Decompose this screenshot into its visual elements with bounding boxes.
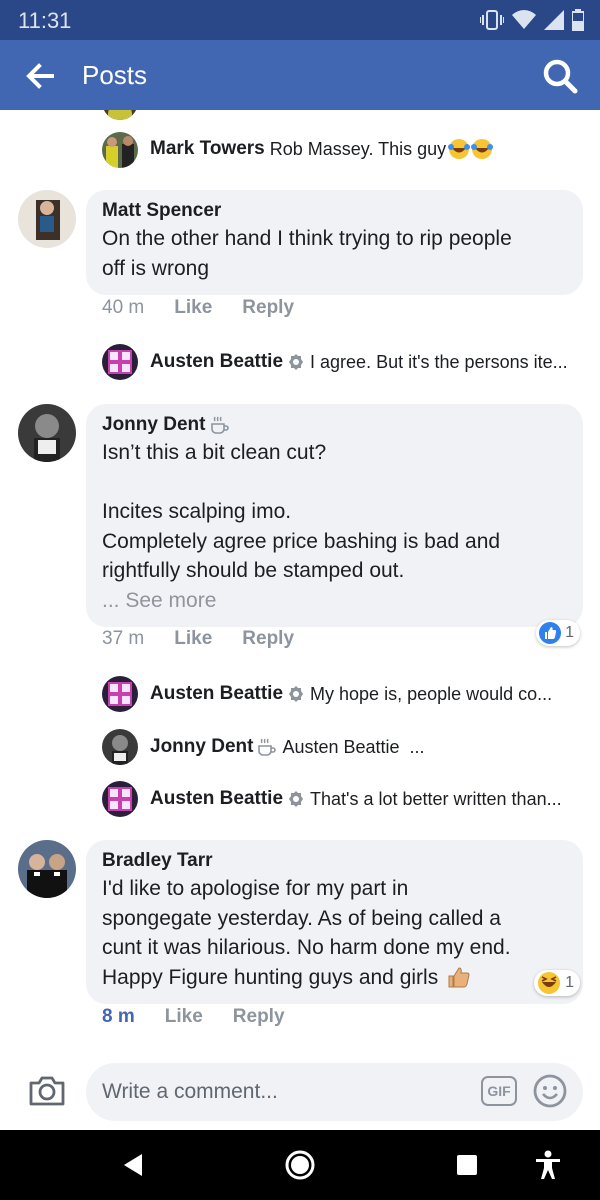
- search-button[interactable]: [540, 56, 580, 96]
- thumbs-up-emoji-icon: [448, 967, 470, 988]
- comment-text: On the other hand I think trying to rip …: [102, 227, 512, 280]
- camera-icon: [29, 1076, 65, 1106]
- like-button[interactable]: Like: [174, 628, 212, 650]
- comment-bubble[interactable]: Bradley Tarr I'd like to apologise for m…: [86, 840, 583, 1004]
- reply-author[interactable]: Austen Beattie: [150, 683, 283, 705]
- home-nav-icon: [285, 1150, 315, 1180]
- home-nav-button[interactable]: [283, 1148, 317, 1182]
- comment-composer: GIF: [0, 1055, 600, 1130]
- reply-button[interactable]: Reply: [242, 297, 294, 319]
- avatar[interactable]: [18, 404, 76, 462]
- recents-nav-icon: [457, 1155, 477, 1175]
- signal-icon: [544, 10, 564, 30]
- reply-button[interactable]: Reply: [242, 628, 294, 650]
- gif-button[interactable]: GIF: [481, 1076, 517, 1106]
- reply-author[interactable]: Jonny Dent: [150, 736, 253, 758]
- reply-text: That's a lot better written than...: [310, 788, 562, 809]
- reaction-summary[interactable]: 1: [536, 620, 580, 646]
- avatar[interactable]: [102, 110, 138, 120]
- comment-author[interactable]: Jonny Dent: [102, 414, 567, 436]
- reply-author[interactable]: Mark Towers: [150, 138, 265, 160]
- reply-preview[interactable]: Austen Beattie My hope is, people would …: [150, 683, 584, 705]
- like-button[interactable]: Like: [165, 1006, 203, 1028]
- reply-text: My hope is, people would co...: [310, 683, 553, 704]
- like-reaction-icon: [539, 622, 562, 644]
- comment-feed[interactable]: Mark Towers Rob Massey. This guy Matt Sp…: [0, 110, 600, 1045]
- back-button[interactable]: [22, 58, 58, 94]
- comment-text: I'd like to apologise for my part in spo…: [102, 877, 511, 989]
- back-nav-icon: [124, 1154, 142, 1176]
- avatar[interactable]: [102, 132, 138, 168]
- comment-timestamp: 37 m: [102, 628, 145, 649]
- wifi-icon: [512, 10, 536, 29]
- haha-reaction-icon: [538, 972, 561, 994]
- comment-text: Isn’t this a bit clean cut? Incites scal…: [102, 441, 501, 582]
- reply-preview[interactable]: Austen Beattie I agree. But it's the per…: [150, 351, 584, 373]
- coffee-icon: [211, 416, 230, 434]
- verified-badge-icon: [289, 354, 304, 370]
- like-button[interactable]: Like: [174, 297, 212, 319]
- comment-author[interactable]: Bradley Tarr: [102, 850, 567, 872]
- laughing-crying-emoji-icon: [448, 139, 494, 159]
- back-nav-button[interactable]: [118, 1148, 152, 1182]
- comment-actions: 8 m Like Reply: [102, 1006, 285, 1028]
- comment-actions: 37 m Like Reply: [102, 628, 294, 650]
- status-bar: 11:31: [0, 0, 600, 40]
- comment-author[interactable]: Matt Spencer: [102, 200, 567, 222]
- comment-timestamp: 8 m: [102, 1006, 135, 1027]
- comment-timestamp: 40 m: [102, 297, 145, 318]
- avatar[interactable]: [102, 676, 138, 712]
- app-bar: Posts: [0, 40, 600, 110]
- reply-text: Rob Massey. This guy: [269, 138, 447, 159]
- avatar[interactable]: [102, 781, 138, 817]
- reply-text: I agree. But it's the persons ite...: [310, 351, 568, 372]
- avatar[interactable]: [18, 190, 76, 248]
- reaction-count: 1: [565, 624, 574, 641]
- reply-author[interactable]: Austen Beattie: [150, 788, 283, 810]
- reaction-summary[interactable]: 1: [534, 970, 580, 996]
- reaction-count: 1: [565, 974, 574, 991]
- reply-author[interactable]: Austen Beattie: [150, 351, 283, 373]
- coffee-icon: [258, 738, 277, 756]
- battery-icon: [572, 9, 584, 31]
- accessibility-icon: [536, 1150, 560, 1179]
- emoji-button[interactable]: [532, 1073, 568, 1109]
- reply-button[interactable]: Reply: [233, 1006, 285, 1028]
- vibrate-icon: [480, 10, 504, 30]
- emoji-icon: [533, 1074, 567, 1108]
- gif-icon: GIF: [487, 1083, 511, 1099]
- back-arrow-icon: [26, 63, 54, 89]
- comment-bubble[interactable]: Jonny Dent Isn’t this a bit clean cut? I…: [86, 404, 583, 627]
- system-nav-bar: [0, 1130, 600, 1200]
- reply-text: Austen Beattie ...: [282, 736, 425, 757]
- status-time: 11:31: [18, 8, 72, 33]
- camera-button[interactable]: [28, 1072, 66, 1110]
- verified-badge-icon: [289, 791, 304, 807]
- avatar[interactable]: [18, 840, 76, 898]
- recents-nav-button[interactable]: [450, 1148, 484, 1182]
- search-icon: [543, 59, 578, 94]
- avatar[interactable]: [102, 344, 138, 380]
- avatar[interactable]: [102, 729, 138, 765]
- page-title: Posts: [82, 60, 148, 90]
- reply-preview[interactable]: Jonny Dent Austen Beattie ...: [150, 736, 584, 758]
- reply-preview[interactable]: Mark Towers Rob Massey. This guy: [150, 138, 584, 160]
- comment-bubble[interactable]: Matt Spencer On the other hand I think t…: [86, 190, 583, 295]
- verified-badge-icon: [289, 686, 304, 702]
- status-icons: [480, 9, 584, 31]
- reply-preview[interactable]: Austen Beattie That's a lot better writt…: [150, 788, 584, 810]
- comment-actions: 40 m Like Reply: [102, 297, 294, 319]
- see-more-link[interactable]: ... See more: [102, 586, 567, 615]
- accessibility-button[interactable]: [531, 1148, 565, 1182]
